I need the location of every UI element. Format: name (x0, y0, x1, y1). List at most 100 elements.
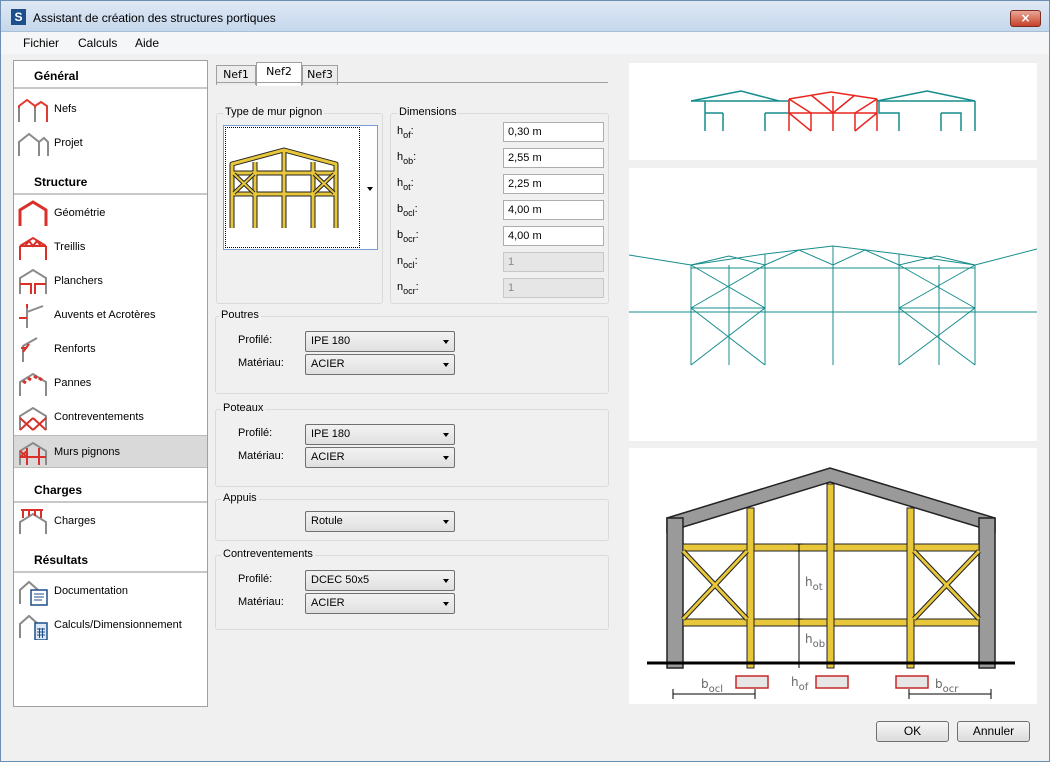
geometrie-icon (18, 200, 48, 226)
bocr-sub: ocr (943, 684, 960, 695)
contreventements-material-select[interactable]: ACIER (305, 593, 455, 614)
sidebar-item-calculs[interactable]: Calculs/Dimensionnement (14, 609, 207, 642)
renforts-icon (21, 337, 38, 362)
chevron-down-icon (443, 520, 449, 524)
sidebar-item-label: Charges (54, 515, 96, 527)
sidebar-header-general: Général (14, 61, 207, 89)
sidebar-item-nefs[interactable]: Nefs (14, 93, 207, 126)
poutres-material-select[interactable]: ACIER (305, 354, 455, 375)
appuis-select[interactable]: Rotule (305, 511, 455, 532)
svg-text:hot: hot (805, 575, 823, 593)
sidebar-header-resultats: Résultats (14, 545, 207, 573)
sidebar-item-documentation[interactable]: Documentation (14, 575, 207, 608)
chevron-down-icon (443, 456, 449, 460)
sidebar-item-label: Treillis (54, 241, 86, 253)
sidebar-item-pannes[interactable]: Pannes (14, 367, 207, 400)
gable-wall-diagram: hot hob hof bocl bocr (647, 467, 1015, 699)
poutres-profile-label: Profilé: (238, 334, 273, 346)
hob-field[interactable]: 2,55 m (503, 148, 604, 168)
sidebar-item-auvents[interactable]: Auvents et Acrotères (14, 299, 207, 332)
bocr-field[interactable]: 4,00 m (503, 226, 604, 246)
sidebar-item-planchers[interactable]: Planchers (14, 265, 207, 298)
hob-sub: ob (813, 639, 825, 650)
svg-text:hob: hob (805, 632, 825, 650)
dim-label-bocr: bocr: (397, 229, 419, 244)
poteaux-title: Poteaux (221, 402, 266, 414)
sidebar-item-label: Projet (54, 137, 83, 149)
title-bar: S Assistant de création des structures p… (1, 1, 1049, 32)
treillis-icon (19, 236, 47, 260)
poteaux-profile-select[interactable]: IPE 180 (305, 424, 455, 445)
gable-type-focus (225, 127, 360, 248)
main-window: S Assistant de création des structures p… (0, 0, 1050, 762)
app-icon: S (11, 9, 26, 25)
window-title: Assistant de création des structures por… (33, 11, 276, 25)
dim-label-nocl: nocl: (397, 255, 418, 270)
sidebar-header-structure: Structure (14, 167, 207, 195)
documentation-icon (19, 580, 48, 606)
sidebar-item-label: Documentation (54, 585, 128, 597)
sidebar-item-label: Murs pignons (54, 446, 121, 458)
sidebar-item-contreventements[interactable]: Contreventements (14, 401, 207, 434)
nocr-field: 1 (503, 278, 604, 298)
tab-divider (216, 82, 608, 83)
poteaux-profile-label: Profilé: (238, 427, 273, 439)
hob-label: h (805, 632, 813, 646)
nefs-icon (18, 98, 48, 122)
cancel-button[interactable]: Annuler (957, 721, 1030, 742)
menu-aide[interactable]: Aide (135, 36, 159, 50)
hot-label: h (805, 575, 813, 589)
chevron-down-icon (443, 363, 449, 367)
sidebar-item-murs-pignons[interactable]: Murs pignons (14, 435, 207, 468)
chevron-down-icon (443, 340, 449, 344)
sidebar-item-label: Calculs/Dimensionnement (54, 619, 182, 631)
planchers-icon (19, 268, 47, 294)
murs-pignons-icon (19, 441, 47, 465)
naves-diagram (690, 90, 976, 132)
sidebar-item-label: Contreventements (54, 411, 144, 423)
menu-calculs[interactable]: Calculs (78, 36, 117, 50)
chevron-down-icon (367, 187, 373, 191)
poutres-profile-select[interactable]: IPE 180 (305, 331, 455, 352)
sidebar-item-label: Nefs (54, 103, 77, 115)
hot-sub: ot (813, 582, 823, 593)
close-button[interactable]: × (1010, 10, 1041, 27)
preview-3d (628, 168, 1038, 441)
truss-3d-diagram (628, 245, 1038, 366)
appuis-title: Appuis (221, 492, 259, 504)
dim-label-hot: hot: (397, 177, 414, 192)
contreventements-material-label: Matériau: (238, 596, 284, 608)
bocl-field[interactable]: 4,00 m (503, 200, 604, 220)
contreventements-icon (19, 406, 47, 431)
dim-label-nocr: nocr: (397, 281, 419, 296)
hof-sub: of (799, 682, 809, 693)
poutres-title: Poutres (219, 309, 261, 321)
sidebar-item-renforts[interactable]: Renforts (14, 333, 207, 366)
svg-text:hof: hof (791, 675, 809, 693)
dimensions-title: Dimensions (397, 106, 459, 118)
sidebar-item-geometrie[interactable]: Géométrie (14, 197, 207, 230)
ok-button[interactable]: OK (876, 721, 949, 742)
sidebar: Général Nefs Projet Structure Géométrie … (13, 60, 208, 707)
gable-type-select[interactable] (223, 125, 378, 250)
sidebar-item-projet[interactable]: Projet (14, 127, 207, 160)
poteaux-material-select[interactable]: ACIER (305, 447, 455, 468)
sidebar-item-charges[interactable]: Charges (14, 505, 207, 538)
hof-field[interactable]: 0,30 m (503, 122, 604, 142)
sidebar-item-label: Renforts (54, 343, 96, 355)
chevron-down-icon (443, 579, 449, 583)
sidebar-item-treillis[interactable]: Treillis (14, 231, 207, 264)
hot-field[interactable]: 2,25 m (503, 174, 604, 194)
sidebar-item-label: Géométrie (54, 207, 106, 219)
preview-naves (629, 63, 1037, 160)
contreventements-profile-select[interactable]: DCEC 50x5 (305, 570, 455, 591)
pannes-icon (19, 372, 47, 396)
menu-fichier[interactable]: Fichier (23, 36, 59, 50)
poteaux-material-label: Matériau: (238, 450, 284, 462)
svg-text:bocl: bocl (701, 677, 723, 695)
preview-gable: hot hob hof bocl bocr (629, 448, 1037, 704)
gable-type-title: Type de mur pignon (223, 106, 325, 118)
dim-label-hob: hob: (397, 151, 417, 166)
bocl-sub: ocl (709, 684, 723, 695)
contreventements-profile-label: Profilé: (238, 573, 273, 585)
